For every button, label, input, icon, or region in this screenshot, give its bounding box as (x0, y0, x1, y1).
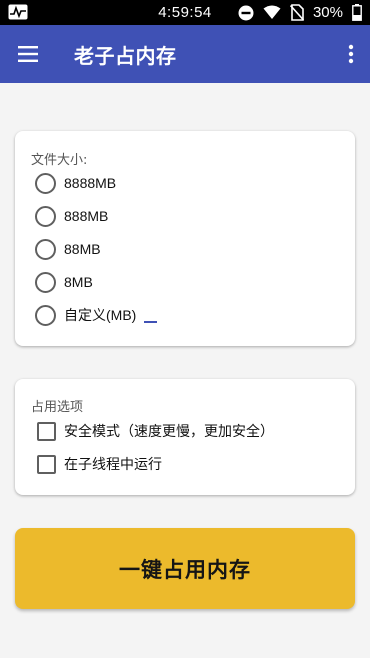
file-size-card: 文件大小: 8888MB 888MB 88MB 8MB 自定义(MB) (15, 131, 355, 346)
radio-button[interactable] (35, 304, 56, 326)
usage-options-label: 占用选项 (31, 400, 84, 415)
checkbox-label: 在子线程中运行 (64, 456, 162, 472)
radio-button[interactable] (35, 205, 56, 227)
radio-button[interactable] (35, 271, 56, 293)
wifi-icon (263, 5, 281, 20)
battery-level: 30% (312, 4, 343, 21)
checkbox-run-in-thread[interactable]: 在子线程中运行 (35, 449, 162, 479)
radio-option-label: 888MB (64, 208, 109, 224)
radio-option-88mb[interactable]: 88MB (35, 234, 101, 264)
checkbox-safe-mode[interactable]: 安全模式（速度更慢，更加安全） (35, 416, 274, 446)
checkbox-label: 安全模式（速度更慢，更加安全） (64, 423, 274, 439)
app-title: 老子占内存 (74, 44, 177, 68)
radio-option-8888mb[interactable]: 8888MB (35, 168, 116, 198)
checkbox[interactable] (37, 421, 56, 441)
more-vert-icon[interactable] (344, 40, 358, 68)
checkbox[interactable] (37, 454, 56, 474)
usage-options-card: 占用选项 安全模式（速度更慢，更加安全） 在子线程中运行 (15, 379, 355, 495)
status-icons: 30% (238, 3, 362, 22)
radio-option-label: 自定义(MB) (64, 307, 137, 323)
radio-option-label: 8MB (64, 274, 93, 290)
file-size-label: 文件大小: (31, 153, 88, 168)
radio-option-8mb[interactable]: 8MB (35, 267, 93, 297)
battery-icon (352, 4, 362, 21)
radio-option-custom[interactable]: 自定义(MB) (35, 300, 158, 330)
radio-option-label: 8888MB (64, 175, 117, 191)
occupy-memory-button[interactable]: 一键占用内存 (15, 528, 355, 609)
hamburger-menu-icon[interactable] (10, 40, 48, 68)
radio-option-888mb[interactable]: 888MB (35, 201, 108, 231)
radio-button[interactable] (35, 238, 56, 260)
do-not-disturb-icon (238, 5, 254, 21)
status-bar: 4:59:54 30% (0, 0, 370, 25)
radio-button[interactable] (35, 172, 56, 194)
radio-option-label: 88MB (64, 241, 101, 257)
no-sim-icon (289, 4, 304, 21)
app-bar: 老子占内存 (0, 25, 370, 83)
custom-size-input[interactable] (144, 307, 158, 323)
